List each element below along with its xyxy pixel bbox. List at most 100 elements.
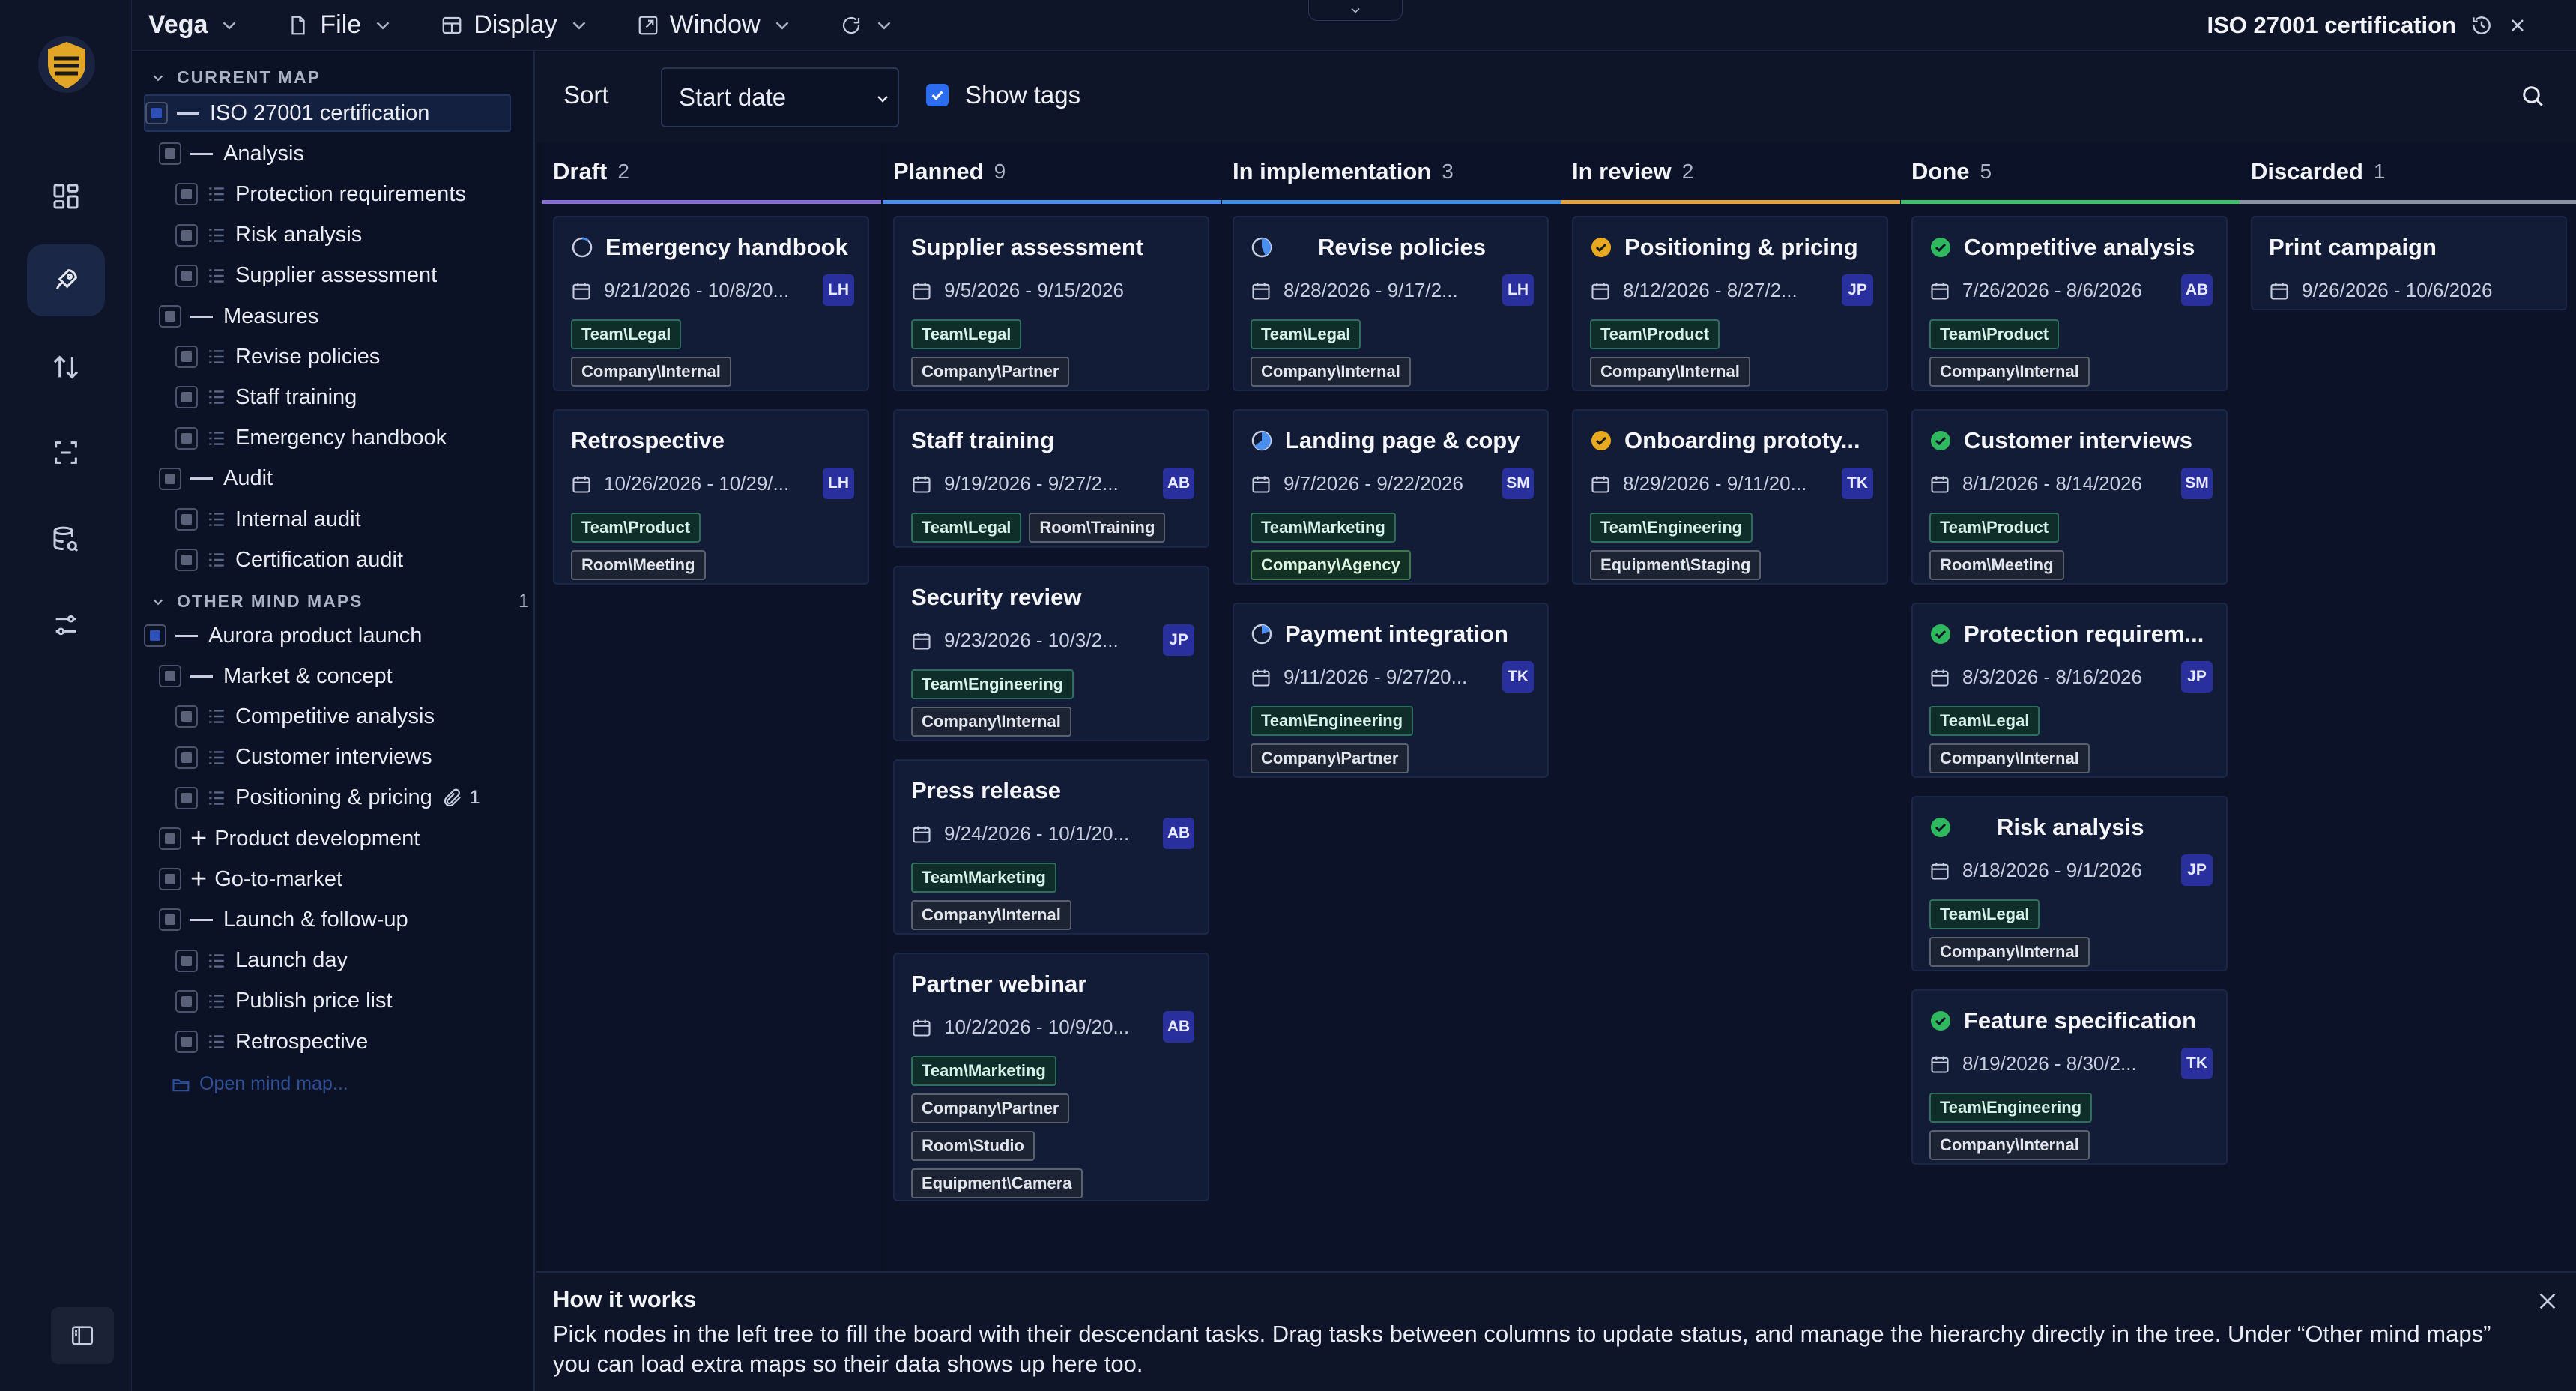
tree-checkbox[interactable] xyxy=(159,868,181,891)
assignee-avatar[interactable]: SM xyxy=(1502,468,1534,499)
tree-item[interactable]: Competitive analysis xyxy=(175,698,435,735)
tree-checkbox[interactable] xyxy=(175,183,198,206)
app-menu[interactable]: Vega xyxy=(148,10,241,40)
board-column[interactable]: In review 2 Positioning & pricing 8/12/2026… xyxy=(1561,142,1900,1271)
tree-item[interactable]: Publish price list xyxy=(175,983,393,1020)
collapse-icon[interactable] xyxy=(190,675,213,678)
expand-icon[interactable]: + xyxy=(190,865,207,893)
tree-item[interactable]: + Go-to-market xyxy=(159,860,342,898)
tree-checkbox[interactable] xyxy=(159,827,181,850)
board-column[interactable]: In implementation 3 Revise policies 8/28/20… xyxy=(1222,142,1561,1271)
tree-item[interactable]: Launch day xyxy=(175,942,348,980)
tag[interactable]: Equipment\Camera xyxy=(911,1168,1083,1198)
tree-item[interactable]: Measures xyxy=(159,298,318,335)
tag[interactable]: Team\Legal xyxy=(1929,706,2040,736)
tree-checkbox[interactable] xyxy=(175,426,198,450)
task-card[interactable]: Press release 9/24/2026 - 10/1/20... AB Tea… xyxy=(893,759,1209,935)
task-card[interactable]: Customer interviews 8/1/2026 - 8/14/2026 S… xyxy=(1911,409,2228,585)
tree-item[interactable]: Revise policies xyxy=(175,338,380,375)
open-mind-map-link[interactable]: Open mind map... xyxy=(171,1073,348,1095)
tag[interactable]: Company\Internal xyxy=(1929,1130,2090,1160)
tag[interactable]: Team\Legal xyxy=(911,513,1022,543)
task-card[interactable]: Emergency handbook 9/21/2026 - 10/8/20...… xyxy=(553,216,869,391)
assignee-avatar[interactable]: AB xyxy=(1163,818,1194,849)
task-card[interactable]: Staff training 9/19/2026 - 9/27/2... AB Tea… xyxy=(893,409,1209,548)
current-map-section[interactable]: CURRENT MAP xyxy=(150,67,321,88)
assignee-avatar[interactable]: JP xyxy=(1163,624,1194,656)
tree-item[interactable]: Emergency handbook xyxy=(175,420,447,457)
task-card[interactable]: Protection requirem... 8/3/2026 - 8/16/20… xyxy=(1911,603,2228,778)
collapse-toolbar-tab[interactable] xyxy=(1308,0,1403,21)
tree-checkbox[interactable] xyxy=(159,908,181,932)
tree-item[interactable]: Certification audit xyxy=(175,541,403,579)
tag[interactable]: Team\Product xyxy=(1929,513,2060,543)
collapse-icon[interactable] xyxy=(190,477,213,480)
tree-checkbox[interactable] xyxy=(159,142,181,166)
assignee-avatar[interactable]: AB xyxy=(1163,468,1194,499)
tag[interactable]: Team\Legal xyxy=(911,319,1022,349)
tag[interactable]: Company\Internal xyxy=(1251,357,1411,387)
rocket-icon[interactable] xyxy=(27,244,105,316)
tag[interactable]: Team\Engineering xyxy=(911,669,1074,699)
tag[interactable]: Company\Internal xyxy=(1929,357,2090,387)
collapse-icon[interactable] xyxy=(177,112,199,115)
assignee-avatar[interactable]: JP xyxy=(2181,661,2213,693)
task-card[interactable]: Feature specification 8/19/2026 - 8/30/2.… xyxy=(1911,989,2228,1165)
tree-checkbox[interactable] xyxy=(175,786,198,809)
tree-item[interactable]: Launch & follow-up xyxy=(159,901,408,938)
tag[interactable]: Company\Agency xyxy=(1251,550,1411,580)
sort-select[interactable]: Start date xyxy=(661,67,899,127)
tree-checkbox[interactable] xyxy=(175,705,198,728)
assignee-avatar[interactable]: LH xyxy=(823,274,854,306)
tag[interactable]: Team\Legal xyxy=(571,319,682,349)
task-card[interactable]: Supplier assessment 9/5/2026 - 9/15/2026 T… xyxy=(893,216,1209,391)
task-card[interactable]: Print campaign 9/26/2026 - 10/6/2026 xyxy=(2251,216,2567,310)
tree-checkbox[interactable] xyxy=(145,102,168,124)
assignee-avatar[interactable]: JP xyxy=(2181,854,2213,886)
tag[interactable]: Room\Training xyxy=(1029,513,1166,543)
task-card[interactable]: Revise policies 8/28/2026 - 9/17/2... LH Te… xyxy=(1233,216,1549,391)
tag[interactable]: Team\Legal xyxy=(1929,899,2040,929)
tag[interactable]: Team\Marketing xyxy=(911,1056,1056,1086)
expand-icon[interactable]: + xyxy=(190,824,207,853)
display-menu[interactable]: Display xyxy=(441,10,590,40)
task-card[interactable]: Competitive analysis 7/26/2026 - 8/6/2026… xyxy=(1911,216,2228,391)
tag[interactable]: Company\Internal xyxy=(911,707,1071,737)
tag[interactable]: Company\Internal xyxy=(1590,357,1750,387)
task-card[interactable]: Partner webinar 10/2/2026 - 10/9/20... AB T… xyxy=(893,953,1209,1201)
tag[interactable]: Room\Meeting xyxy=(1929,550,2064,580)
tree-item[interactable]: Internal audit xyxy=(175,501,361,538)
collapse-icon[interactable] xyxy=(190,315,213,318)
tag[interactable]: Team\Product xyxy=(1929,319,2060,349)
assignee-avatar[interactable]: JP xyxy=(1842,274,1873,306)
window-menu[interactable]: Window xyxy=(637,10,793,40)
board-column[interactable]: Draft 2 Emergency handbook 9/21/2026 - 10/8… xyxy=(542,142,881,1271)
tag[interactable]: Room\Meeting xyxy=(571,550,706,580)
search-icon[interactable] xyxy=(2519,82,2546,109)
tree-checkbox[interactable] xyxy=(175,549,198,572)
tree-checkbox[interactable] xyxy=(159,467,181,490)
assignee-avatar[interactable]: TK xyxy=(1502,661,1534,693)
show-tags-checkbox[interactable] xyxy=(926,84,949,106)
assignee-avatar[interactable]: AB xyxy=(1163,1011,1194,1043)
tree-item[interactable]: Aurora product launch xyxy=(144,617,511,654)
board-column[interactable]: Planned 9 Supplier assessment 9/5/2026 - 9/… xyxy=(883,142,1221,1271)
tree-item[interactable]: Staff training xyxy=(175,378,357,416)
tag[interactable]: Team\Engineering xyxy=(1929,1093,2093,1123)
tree-checkbox[interactable] xyxy=(175,1031,198,1053)
task-card[interactable]: Onboarding prototy... 8/29/2026 - 9/11/20… xyxy=(1572,409,1888,585)
tree-item[interactable]: Protection requirements xyxy=(175,175,466,213)
collapse-icon[interactable] xyxy=(190,918,213,921)
assignee-avatar[interactable]: TK xyxy=(1842,468,1873,499)
tree-item[interactable]: + Product development xyxy=(159,820,420,857)
board-column[interactable]: Discarded 1 Print campaign 9/26/2026 - 10/6… xyxy=(2240,142,2576,1271)
tag[interactable]: Company\Internal xyxy=(1929,937,2090,967)
sliders-icon[interactable] xyxy=(27,589,105,661)
tree-item[interactable]: Customer interviews xyxy=(175,739,432,776)
tree-item[interactable]: Audit xyxy=(159,460,273,498)
task-card[interactable]: Landing page & copy 9/7/2026 - 9/22/2026 S… xyxy=(1233,409,1549,585)
collapse-icon[interactable] xyxy=(190,152,213,155)
tree-item[interactable]: Analysis xyxy=(159,135,304,172)
tag[interactable]: Team\Legal xyxy=(1251,319,1361,349)
close-icon[interactable] xyxy=(2536,1289,2560,1313)
